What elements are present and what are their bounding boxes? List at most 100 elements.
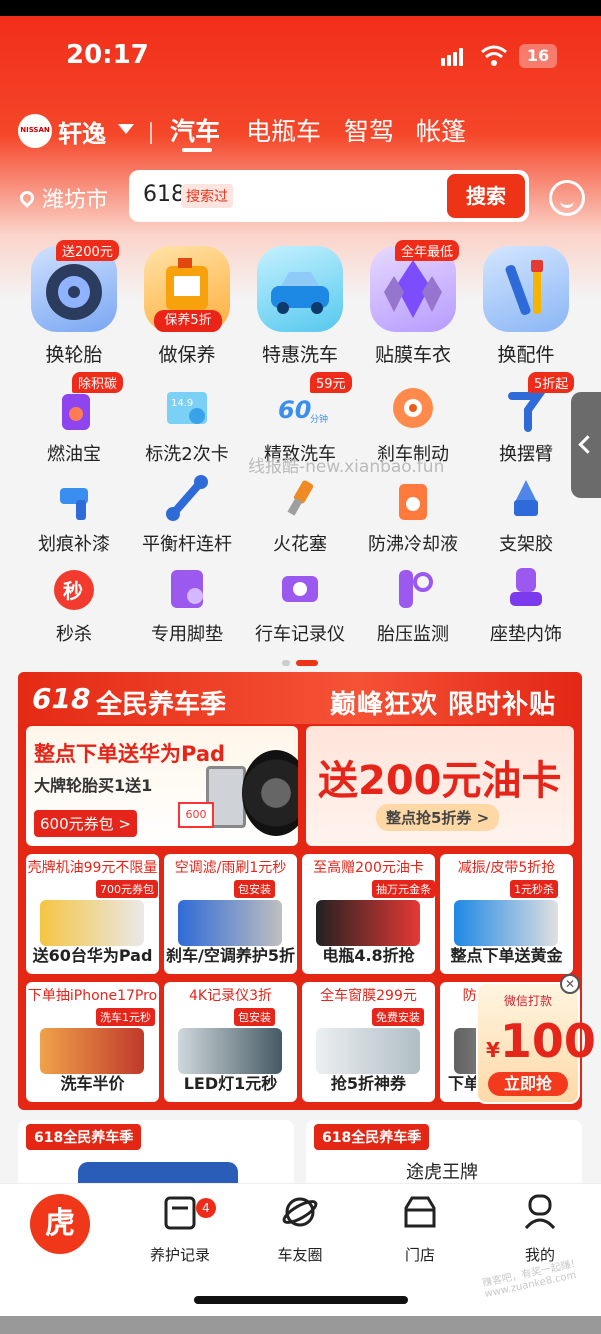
service-label: 胎压监测 xyxy=(377,624,449,645)
user-icon xyxy=(522,1194,558,1230)
nissan-logo[interactable]: NISSAN xyxy=(18,114,52,148)
floor-mat-icon xyxy=(159,560,215,616)
service-scratch-paint[interactable]: 划痕补漆 xyxy=(28,470,120,556)
coupon-pack-button[interactable]: 600元券包 > xyxy=(34,810,137,837)
promo-card-pad[interactable]: 整点下单送华为Pad 大牌轮胎买1送1 600元券包 > 600 xyxy=(26,726,298,846)
tile-bottom: 洗车半价 xyxy=(60,1074,125,1093)
search-button[interactable]: 搜索 xyxy=(447,174,525,218)
service-film-cover[interactable]: 全年最低 贴膜车衣 xyxy=(367,240,460,367)
location-selector[interactable]: 潍坊市 xyxy=(17,182,108,214)
side-collapse-tab[interactable] xyxy=(571,392,601,498)
alarm-clock-icon: 秒 xyxy=(46,560,102,616)
promo-tile[interactable]: 4K记录仪3折 包安装 LED灯1元秒 xyxy=(164,982,297,1102)
service-flash-sale[interactable]: 秒 秒杀 xyxy=(28,560,120,646)
mechanic-image xyxy=(454,900,558,946)
service-label: 特惠洗车 xyxy=(261,344,338,366)
search-bar[interactable]: 618 搜索过 搜索 xyxy=(129,170,529,222)
tab-community[interactable]: 车友圈 xyxy=(250,1194,350,1265)
service-maintenance[interactable]: 保养5折 做保养 xyxy=(141,246,233,367)
home-indicator[interactable] xyxy=(194,1296,408,1304)
tile-bottom: 刹车/空调养护5折 xyxy=(166,946,295,965)
tab-ebike[interactable]: 电瓶车 xyxy=(246,112,321,148)
service-wash-card[interactable]: 14.9 标洗2次卡 xyxy=(141,380,233,466)
tab-smart-drive[interactable]: 智驾 xyxy=(344,112,394,148)
service-label: 换配件 xyxy=(497,344,555,366)
coupon-image: 600 xyxy=(178,802,214,828)
coolant-bottle-icon xyxy=(385,470,441,526)
service-fuel-additive[interactable]: 除积碳 燃油宝 xyxy=(28,372,124,466)
grab-now-button[interactable]: 立即抢 xyxy=(488,1072,568,1096)
promo-badge: 除积碳 xyxy=(72,372,124,393)
service-floor-mat[interactable]: 专用脚垫 xyxy=(141,560,233,646)
service-label: 划痕补漆 xyxy=(38,534,110,555)
battery-indicator: 16 xyxy=(519,44,557,68)
vehicle-name[interactable]: 轩逸 xyxy=(58,114,106,149)
service-seat-cover[interactable]: 座垫内饰 xyxy=(480,560,572,646)
promo-card-fuel[interactable]: 送200元油卡 整点抢5折券 > xyxy=(306,726,574,846)
promo-badge: 5折起 xyxy=(528,372,575,393)
svg-text:秒: 秒 xyxy=(63,579,83,603)
svg-text:60: 60 xyxy=(278,396,311,424)
promo-tile[interactable]: 减振/皮带5折抢 1元秒杀 整点下单送黄金 xyxy=(440,854,573,974)
wrench-screwdriver-icon xyxy=(483,246,569,332)
top-nav: NISSAN 轩逸 汽车 电瓶车 智驾 帐篷 xyxy=(18,112,588,152)
svg-text:14.9: 14.9 xyxy=(171,398,193,409)
service-grid-primary: 送200元 换轮胎 保养5折 做保养 特惠洗车 全年最低 贴膜车衣 换配件 xyxy=(0,240,601,370)
chevron-down-icon[interactable] xyxy=(118,124,134,134)
service-car-wash[interactable]: 特惠洗车 xyxy=(254,246,346,367)
spray-gun-icon xyxy=(46,470,102,526)
tile-tag: 包安装 xyxy=(234,1008,275,1026)
tile-bottom: LED灯1元秒 xyxy=(183,1074,278,1093)
service-label: 燃油宝 xyxy=(47,444,101,465)
tab-stores[interactable]: 门店 xyxy=(370,1194,470,1265)
search-history-tag: 搜索过 xyxy=(181,184,233,208)
promo-title: 全民养车季 xyxy=(96,690,227,720)
tab-label: 车友圈 xyxy=(277,1246,323,1264)
promo-header: 618 全民养车季 巅峰狂欢 限时补贴 xyxy=(18,672,582,724)
promo-tile[interactable]: 下单抽iPhone17Pro 洗车1元秒 洗车半价 xyxy=(26,982,159,1102)
tile-header: 壳牌机油99元不限量 xyxy=(27,860,158,876)
led-bulb-image xyxy=(178,1028,282,1074)
tile-bottom: 整点下单送黄金 xyxy=(450,946,563,965)
service-mount-glue[interactable]: 支架胶 xyxy=(480,470,572,556)
tiger-home-icon[interactable]: 虎 xyxy=(30,1194,90,1254)
bottom-edge xyxy=(0,1316,601,1334)
tab-tent[interactable]: 帐篷 xyxy=(416,112,466,148)
service-label: 火花塞 xyxy=(273,534,327,555)
search-input[interactable]: 618 xyxy=(143,182,185,207)
service-parts[interactable]: 换配件 xyxy=(480,246,572,367)
promo-tile[interactable]: 至高赠200元油卡 抽万元金条 电瓶4.8折抢 xyxy=(302,854,435,974)
active-tab-indicator xyxy=(182,148,212,152)
status-bar: 20:17 16 xyxy=(0,40,601,76)
top-edge xyxy=(0,0,601,16)
close-icon[interactable]: ✕ xyxy=(560,974,580,994)
tab-car[interactable]: 汽车 xyxy=(170,112,220,148)
tile-header: 减振/皮带5折抢 xyxy=(457,860,556,876)
promo-badge: 送200元 xyxy=(56,240,119,261)
discount-tag: 保养5折 xyxy=(154,310,222,332)
service-label: 行车记录仪 xyxy=(255,624,345,645)
grab-coupon-button[interactable]: 整点抢5折券 > xyxy=(376,804,500,831)
service-coolant[interactable]: 防沸冷却液 xyxy=(367,470,459,556)
battery-image xyxy=(316,900,420,946)
service-spark-plug[interactable]: 火花塞 xyxy=(254,470,346,556)
tile-tag: 1元秒杀 xyxy=(510,880,558,898)
promo-tile[interactable]: 空调滤/雨刷1元秒 包安装 刹车/空调养护5折 xyxy=(164,854,297,974)
promo-tile[interactable]: 全车窗膜299元 免费安装 抢5折神券 xyxy=(302,982,435,1102)
service-control-arm[interactable]: 5折起 换摆臂 xyxy=(480,372,575,466)
location-pin-icon xyxy=(17,188,37,208)
service-dashcam[interactable]: 行车记录仪 xyxy=(254,560,346,646)
tile-tag: 抽万元金条 xyxy=(372,880,435,898)
floating-cash-coupon[interactable]: 微信打款 ¥100 立即抢 xyxy=(476,982,596,1104)
service-tire-pressure[interactable]: 胎压监测 xyxy=(367,560,459,646)
service-change-tire[interactable]: 送200元 换轮胎 xyxy=(28,240,120,367)
promo-slogan: 巅峰狂欢 限时补贴 xyxy=(330,690,557,720)
service-label: 防沸冷却液 xyxy=(368,534,458,555)
store-icon xyxy=(402,1194,438,1230)
service-label: 换摆臂 xyxy=(499,444,553,465)
promo-badge: 59元 xyxy=(310,372,352,393)
service-stabilizer-link[interactable]: 平衡杆连杆 xyxy=(141,470,233,556)
message-icon[interactable] xyxy=(549,180,585,216)
promo-tile[interactable]: 壳牌机油99元不限量 700元券包 送60台华为Pad xyxy=(26,854,159,974)
tile-tag: 洗车1元秒 xyxy=(96,1008,155,1026)
